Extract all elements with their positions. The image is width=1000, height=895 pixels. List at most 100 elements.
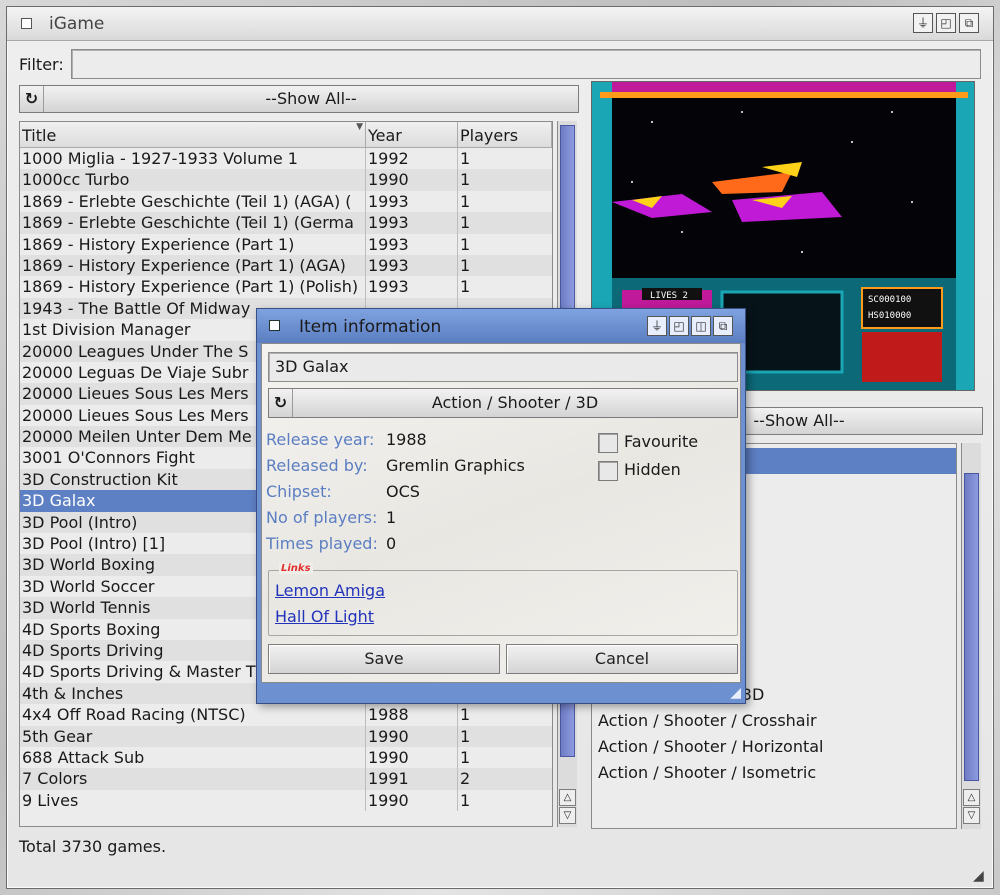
chipset-label: Chipset: <box>266 482 332 501</box>
cell-players: 1 <box>460 790 471 810</box>
cell-year: 1993 <box>366 254 458 277</box>
table-row[interactable]: 1869 - History Experience (Part 1) (AGA)… <box>20 254 552 277</box>
cell-title: 7 Colors <box>20 768 366 790</box>
cell-year: 1990 <box>366 169 458 191</box>
table-row[interactable]: 1869 - Erlebte Geschichte (Teil 1) (Germ… <box>20 212 552 234</box>
players-value: 1 <box>386 508 397 527</box>
dialog-close-icon[interactable] <box>269 320 280 331</box>
cell-title: 9 Lives <box>20 789 366 812</box>
players-label: No of players: <box>266 508 378 527</box>
game-name-field[interactable]: 3D Galax <box>268 352 738 382</box>
scroll-up-icon[interactable]: △ <box>559 789 576 806</box>
table-row[interactable]: 1000cc Turbo 1990 1 <box>20 169 552 191</box>
dialog-titlebar[interactable]: Item information ⏚ ◰ ◫ ⧉ <box>257 309 745 343</box>
game-genre-label: Action / Shooter / 3D <box>431 393 599 412</box>
column-header-year[interactable]: Year <box>366 122 458 147</box>
column-header-players[interactable]: Players <box>458 122 552 147</box>
filter-label: Filter: <box>19 55 64 74</box>
iconify-icon[interactable]: ⏚ <box>913 13 933 33</box>
dialog-resize-icon[interactable]: ◢ <box>730 685 741 701</box>
hud-score: SC000100 <box>868 295 911 305</box>
table-row[interactable]: 7 Colors 1991 2 <box>20 768 552 790</box>
hud-hiscore: HS010000 <box>868 311 911 321</box>
genre-scroll-down-icon[interactable]: ▽ <box>963 807 980 824</box>
cell-players: 1 <box>460 255 471 275</box>
cell-year: 1990 <box>366 725 458 747</box>
list-filter-label: --Show All-- <box>265 89 357 108</box>
table-row[interactable]: 688 Attack Sub 1990 1 <box>20 746 552 769</box>
hidden-row: Hidden <box>598 458 681 482</box>
table-row[interactable]: 1869 - History Experience (Part 1) (Poli… <box>20 276 552 298</box>
genre-scroll-thumb[interactable] <box>964 473 979 781</box>
favourite-label: Favourite <box>624 432 699 451</box>
cell-title: 1869 - History Experience (Part 1) <box>20 233 366 255</box>
cell-year: 1990 <box>366 746 458 769</box>
cell-players: 1 <box>460 213 471 233</box>
dialog-snapshot-icon[interactable]: ◫ <box>691 316 711 336</box>
cell-title: 688 Attack Sub <box>20 746 366 769</box>
cell-year: 1991 <box>366 768 458 790</box>
cell-title: 4x4 Off Road Racing (NTSC) <box>20 704 366 726</box>
cell-players: 1 <box>460 191 471 211</box>
links-group: Links Lemon Amiga Hall Of Light <box>268 563 738 636</box>
cell-year: 1993 <box>366 276 458 298</box>
table-row[interactable]: 1000 Miglia - 1927-1933 Volume 1 1992 1 <box>20 148 552 170</box>
released-by-row: Released by: Gremlin Graphics <box>266 454 525 478</box>
times-played-label: Times played: <box>266 534 378 553</box>
scroll-down-icon[interactable]: ▽ <box>559 807 576 824</box>
released-by-label: Released by: <box>266 456 368 475</box>
favourite-checkbox[interactable] <box>598 432 618 453</box>
dialog-depth-icon[interactable]: ⧉ <box>713 316 733 336</box>
cancel-button[interactable]: Cancel <box>506 644 738 674</box>
zoom-icon[interactable]: ◰ <box>936 13 956 33</box>
window-titlebar[interactable]: iGame ⏚ ◰ ⧉ <box>7 7 993 41</box>
cell-players: 2 <box>460 769 471 789</box>
genre-scroll-up-icon[interactable]: △ <box>963 789 980 806</box>
cell-title: 5th Gear <box>20 725 366 747</box>
table-row[interactable]: 5th Gear 1990 1 <box>20 725 552 747</box>
list-item[interactable]: Action / Shooter / Isometric <box>592 760 956 786</box>
cell-year: 1993 <box>366 190 458 213</box>
table-row[interactable]: 4x4 Off Road Racing (NTSC) 1988 1 <box>20 704 552 726</box>
window-resize-icon[interactable]: ◢ <box>973 868 989 884</box>
dialog-iconify-icon[interactable]: ⏚ <box>647 316 667 336</box>
cell-players: 1 <box>460 170 471 190</box>
list-item[interactable]: Action / Shooter / Crosshair <box>592 708 956 734</box>
hidden-checkbox[interactable] <box>598 460 618 481</box>
sort-indicator-icon: ▼ <box>356 122 363 132</box>
genre-cycle-icon: ↻ <box>269 389 293 417</box>
column-header-title[interactable]: Title ▼ <box>20 122 366 147</box>
list-filter-cycle[interactable]: ↻ --Show All-- <box>19 85 579 113</box>
genre-list-scrollbar[interactable]: △ ▽ <box>961 443 981 829</box>
list-item[interactable]: Action / Shooter / Horizontal <box>592 734 956 760</box>
hidden-label: Hidden <box>624 460 681 479</box>
window-title: iGame <box>49 14 105 34</box>
link-hall-of-light[interactable]: Hall Of Light <box>275 607 374 626</box>
cell-players: 1 <box>460 277 471 297</box>
release-year-label: Release year: <box>266 430 375 449</box>
close-window-icon[interactable] <box>21 18 32 29</box>
filter-input[interactable] <box>71 49 981 79</box>
table-row[interactable]: 1869 - Erlebte Geschichte (Teil 1) (AGA)… <box>20 190 552 213</box>
cell-title: 1869 - Erlebte Geschichte (Teil 1) (AGA)… <box>20 190 366 213</box>
cell-players: 1 <box>460 149 471 168</box>
cell-year: 1993 <box>366 212 458 234</box>
cell-players: 1 <box>460 234 471 254</box>
times-played-row: Times played: 0 <box>266 532 396 556</box>
table-row[interactable]: 1869 - History Experience (Part 1) 1993 1 <box>20 233 552 255</box>
save-button[interactable]: Save <box>268 644 500 674</box>
times-played-value: 0 <box>386 534 397 553</box>
depth-icon[interactable]: ⧉ <box>959 13 979 33</box>
cell-title: 1869 - Erlebte Geschichte (Teil 1) (Germ… <box>20 212 366 234</box>
dialog-zoom-icon[interactable]: ◰ <box>669 316 689 336</box>
favourite-row: Favourite <box>598 430 698 454</box>
cell-year: 1990 <box>366 789 458 812</box>
games-list-header: Title ▼ Year Players <box>20 122 552 148</box>
game-genre-cycle[interactable]: ↻ Action / Shooter / 3D <box>268 388 738 418</box>
cycle-icon: ↻ <box>20 86 44 112</box>
chipset-row: Chipset: OCS <box>266 480 420 504</box>
cell-players: 1 <box>460 705 471 725</box>
cell-year: 1992 <box>366 148 458 170</box>
table-row[interactable]: 9 Lives 1990 1 <box>20 789 552 812</box>
link-lemon-amiga[interactable]: Lemon Amiga <box>275 581 385 600</box>
